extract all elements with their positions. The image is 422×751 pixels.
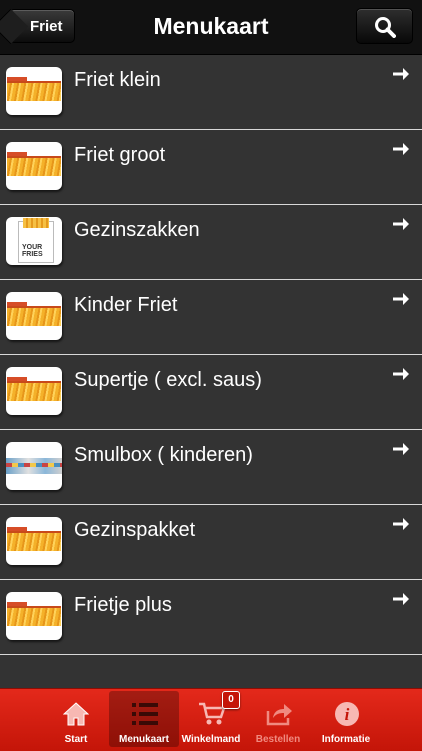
list-item[interactable]: Kinder Friet xyxy=(0,280,422,355)
menu-list: Friet klein Friet groot YOUR FRIES Gezin… xyxy=(0,55,422,655)
tab-bestellen[interactable]: Bestellen xyxy=(243,691,313,747)
item-label: Kinder Friet xyxy=(74,294,178,316)
list-item[interactable]: Frietje plus xyxy=(0,580,422,655)
list-item[interactable]: Friet groot xyxy=(0,130,422,205)
item-label: Smulbox ( kinderen) xyxy=(74,444,253,466)
tab-label: Informatie xyxy=(321,734,371,745)
list-item[interactable]: Supertje ( excl. saus) xyxy=(0,355,422,430)
arrow-right-icon xyxy=(393,368,409,380)
item-label: Friet groot xyxy=(74,144,166,166)
arrow-right-icon xyxy=(393,443,409,455)
fries-thumbnail xyxy=(6,67,62,115)
tab-winkelmand[interactable]: 0 Winkelmand xyxy=(176,691,246,747)
home-icon xyxy=(63,702,89,726)
navigation-bar: Friet Menukaart xyxy=(0,0,422,55)
tab-bar: Start Menukaart 0 Winkelmand Bestellen i… xyxy=(0,688,422,751)
arrow-right-icon xyxy=(393,293,409,305)
fries-thumbnail xyxy=(6,592,62,640)
list-item[interactable]: Friet klein xyxy=(0,55,422,130)
tab-start[interactable]: Start xyxy=(41,691,111,747)
arrow-right-icon xyxy=(393,68,409,80)
tab-informatie[interactable]: i Informatie xyxy=(311,691,381,747)
list-icon xyxy=(132,703,158,725)
fries-bag-thumbnail: YOUR FRIES xyxy=(6,217,62,265)
item-label: Frietje plus xyxy=(74,594,172,616)
arrow-right-icon xyxy=(393,593,409,605)
tab-label: Bestellen xyxy=(255,734,301,745)
snack-box-thumbnail xyxy=(6,442,62,490)
search-button[interactable] xyxy=(356,8,413,44)
item-label: Gezinspakket xyxy=(74,519,196,541)
list-item[interactable]: YOUR FRIES Gezinszakken xyxy=(0,205,422,280)
cart-count-badge: 0 xyxy=(222,691,240,709)
arrow-right-icon xyxy=(393,518,409,530)
item-label: Supertje ( excl. saus) xyxy=(74,369,262,391)
search-icon xyxy=(375,17,396,38)
arrow-right-icon xyxy=(393,218,409,230)
tab-label: Start xyxy=(64,734,88,745)
tab-label: Menukaart xyxy=(118,734,169,745)
arrow-right-icon xyxy=(393,143,409,155)
tab-menukaart[interactable]: Menukaart xyxy=(109,691,179,747)
item-label: Gezinszakken xyxy=(74,219,200,241)
list-item[interactable]: Smulbox ( kinderen) xyxy=(0,430,422,505)
fries-thumbnail xyxy=(6,292,62,340)
fries-bag-text: YOUR FRIES xyxy=(22,244,43,258)
info-icon: i xyxy=(335,702,359,726)
item-label: Friet klein xyxy=(74,69,161,91)
share-icon xyxy=(266,704,292,726)
list-item[interactable]: Gezinspakket xyxy=(0,505,422,580)
tab-label: Winkelmand xyxy=(181,734,241,745)
svg-text:i: i xyxy=(345,705,350,724)
fries-thumbnail xyxy=(6,142,62,190)
fries-thumbnail xyxy=(6,517,62,565)
fries-thumbnail xyxy=(6,367,62,415)
